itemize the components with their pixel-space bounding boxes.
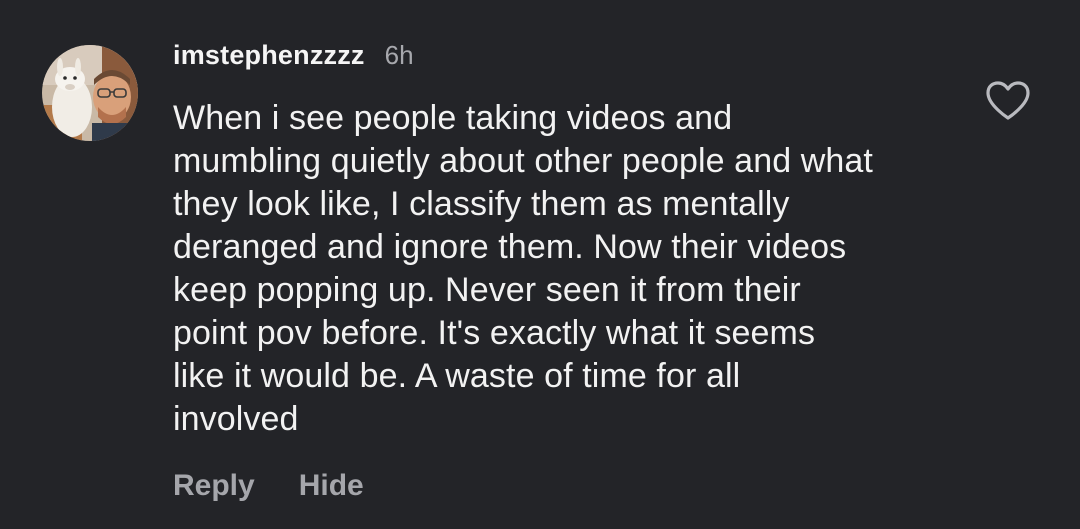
comment-text: When i see people taking videos and mumb… xyxy=(173,99,873,438)
comment-body: imstephenzzzz 6h When i see people takin… xyxy=(173,40,973,503)
comment-timestamp: 6h xyxy=(384,40,414,70)
avatar-image xyxy=(42,45,138,141)
reply-button[interactable]: Reply xyxy=(173,469,255,503)
user-avatar[interactable] xyxy=(42,45,138,141)
hide-button[interactable]: Hide xyxy=(299,469,364,503)
like-button[interactable] xyxy=(984,80,1032,122)
comment-actions: Reply Hide xyxy=(173,469,973,503)
comment-meta: imstephenzzzz 6h xyxy=(173,40,973,80)
heart-outline-icon xyxy=(986,81,1030,120)
comment-item: imstephenzzzz 6h When i see people takin… xyxy=(0,0,1080,529)
username-link[interactable]: imstephenzzzz xyxy=(173,40,365,71)
